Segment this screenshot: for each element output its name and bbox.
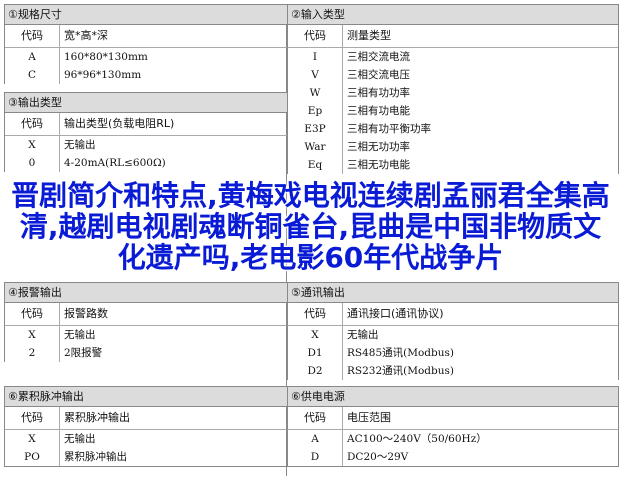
- desc-header: 电压范围: [347, 411, 391, 424]
- table-row: X 无输出: [5, 136, 287, 154]
- row-desc: 160*80*130mm: [64, 51, 148, 63]
- row-desc: DC20～29V: [347, 451, 409, 463]
- table-row: V 三相交流电压: [288, 66, 618, 84]
- row-code: PO: [5, 448, 60, 466]
- row-desc: 无输出: [347, 329, 379, 341]
- row-code: X: [5, 326, 60, 344]
- code-header: 代码: [288, 25, 343, 47]
- row-code: D2: [288, 362, 343, 380]
- table-row: PO 累积脉冲输出: [5, 448, 287, 466]
- row-desc: RS485通讯(Modbus): [347, 347, 454, 359]
- power-supply-table: ⑥供电电源 代码 电压范围 A AC100～240V（50/60Hz） D DC20～…: [287, 386, 619, 467]
- code-header: 代码: [5, 407, 60, 429]
- desc-header: 宽*高*深: [64, 29, 108, 42]
- table-row: Eq 三相无功电能: [288, 156, 618, 174]
- row-code: X: [5, 430, 60, 448]
- row-code: D1: [288, 344, 343, 362]
- section-title: ①规格尺寸: [5, 4, 287, 25]
- alarm-output-table: ④报警输出 代码 报警路数 X 无输出 2 2限报警: [4, 282, 288, 362]
- spec-size-table: ①规格尺寸 代码 宽*高*深 A 160*80*130mm C 96*96*130mm: [4, 4, 288, 84]
- table-row: E3P 三相有功平衡功率: [288, 120, 618, 138]
- row-desc: RS232通讯(Modbus): [347, 365, 454, 377]
- table-row: 0 4-20mA(RL≤600Ω): [5, 154, 287, 172]
- section-title: ④报警输出: [5, 282, 287, 303]
- row-code: E3P: [288, 120, 343, 138]
- row-desc: 无输出: [64, 139, 96, 151]
- section-title: ⑥供电电源: [288, 386, 618, 407]
- overlay-headline: 晋剧简介和特点,黄梅戏电视连续剧孟丽君全集高清,越剧电视剧魂断铜雀台,昆曲是中国…: [11, 179, 610, 274]
- row-code: X: [5, 136, 60, 154]
- section-title: ③输出类型: [5, 92, 287, 113]
- table-row: A 160*80*130mm: [5, 48, 287, 66]
- row-code: Ep: [288, 102, 343, 120]
- table-header: 代码 电压范围: [288, 407, 618, 430]
- comm-output-table: ⑤通讯输出 代码 通讯接口(通讯协议) X 无输出 D1 RS485通讯(Modbus…: [287, 282, 619, 380]
- table-row: X 无输出: [5, 430, 287, 448]
- pulse-output-table: ⑥累积脉冲输出 代码 累积脉冲输出 X 无输出 PO 累积脉冲输出: [4, 386, 288, 467]
- table-header: 代码 测量类型: [288, 25, 618, 48]
- code-header: 代码: [5, 113, 60, 135]
- code-header: 代码: [288, 303, 343, 325]
- row-code: 2: [5, 344, 60, 362]
- row-desc: 三相交流电压: [347, 69, 410, 81]
- row-desc: 三相无功功率: [347, 141, 410, 153]
- section-title: ⑥累积脉冲输出: [5, 386, 287, 407]
- row-desc: 4-20mA(RL≤600Ω): [64, 157, 166, 169]
- row-desc: 2限报警: [64, 347, 103, 359]
- row-desc: 无输出: [64, 329, 96, 341]
- code-header: 代码: [5, 303, 60, 325]
- row-code: Eq: [288, 156, 343, 174]
- row-code: C: [5, 66, 60, 84]
- row-desc: 三相有功功率: [347, 87, 410, 99]
- code-header: 代码: [288, 407, 343, 429]
- row-code: War: [288, 138, 343, 156]
- table-row: D DC20～29V: [288, 448, 618, 466]
- desc-header: 输出类型(负载电阻RL): [64, 117, 175, 130]
- output-type-table: ③输出类型 代码 输出类型(负载电阻RL) X 无输出 0 4-20mA(RL≤600…: [4, 92, 288, 172]
- row-desc: 累积脉冲输出: [64, 451, 127, 463]
- table-row: Ep 三相有功电能: [288, 102, 618, 120]
- code-header: 代码: [5, 25, 60, 47]
- desc-header: 报警路数: [64, 307, 108, 320]
- row-code: V: [288, 66, 343, 84]
- row-desc: 96*96*130mm: [64, 69, 142, 81]
- section-title: ⑤通讯输出: [288, 282, 618, 303]
- desc-header: 测量类型: [347, 29, 391, 42]
- table-row: 2 2限报警: [5, 344, 287, 362]
- row-desc: 无输出: [64, 433, 96, 445]
- table-row: I 三相交流电流: [288, 48, 618, 66]
- table-row: D1 RS485通讯(Modbus): [288, 344, 618, 362]
- table-header: 代码 报警路数: [5, 303, 287, 326]
- table-row: War 三相无功功率: [288, 138, 618, 156]
- desc-header: 累积脉冲输出: [64, 411, 130, 424]
- table-header: 代码 输出类型(负载电阻RL): [5, 113, 287, 136]
- row-code: W: [288, 84, 343, 102]
- row-desc: 三相交流电流: [347, 51, 410, 63]
- row-desc: 三相无功电能: [347, 159, 410, 171]
- desc-header: 通讯接口(通讯协议): [347, 307, 444, 320]
- table-row: D2 RS232通讯(Modbus): [288, 362, 618, 380]
- table-header: 代码 通讯接口(通讯协议): [288, 303, 618, 326]
- row-desc: AC100～240V（50/60Hz）: [347, 433, 487, 445]
- table-header: 代码 宽*高*深: [5, 25, 287, 48]
- table-row: W 三相有功功率: [288, 84, 618, 102]
- table-header: 代码 累积脉冲输出: [5, 407, 287, 430]
- table-row: C 96*96*130mm: [5, 66, 287, 84]
- row-desc: 三相有功电能: [347, 105, 410, 117]
- table-row: A AC100～240V（50/60Hz）: [288, 430, 618, 448]
- input-type-table: ②输入类型 代码 测量类型 I 三相交流电流 V 三相交流电压 W 三相有功功率 Ep 三…: [287, 4, 619, 174]
- row-desc: 三相有功平衡功率: [347, 123, 431, 135]
- row-code: I: [288, 48, 343, 66]
- row-code: A: [5, 48, 60, 66]
- row-code: X: [288, 326, 343, 344]
- row-code: 0: [5, 154, 60, 172]
- table-row: X 无输出: [5, 326, 287, 344]
- section-title: ②输入类型: [288, 4, 618, 25]
- table-row: X 无输出: [288, 326, 618, 344]
- row-code: D: [288, 448, 343, 466]
- row-code: A: [288, 430, 343, 448]
